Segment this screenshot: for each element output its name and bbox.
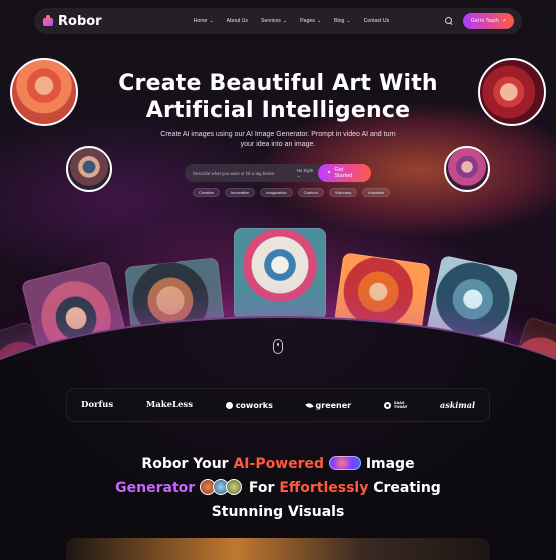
leaf-icon: [304, 401, 314, 409]
brand-dorfus: Dorfus: [81, 400, 114, 410]
tag-inventive[interactable]: Inventive: [362, 188, 391, 197]
nav-actions: Get in Touch ↗: [444, 13, 514, 29]
chevron-down-icon: ⌄: [346, 18, 351, 24]
chevron-down-icon: ⌄: [282, 18, 288, 24]
preview-image-strip: [66, 538, 490, 560]
tag-creative[interactable]: Creative: [193, 188, 220, 197]
inline-image-pill: [328, 456, 361, 470]
chevron-down-icon: ⌄: [296, 172, 301, 178]
chevron-down-icon: ⌄: [316, 18, 322, 24]
brand-saas-today: SAAS TODAY: [383, 401, 407, 409]
get-in-touch-button[interactable]: Get in Touch ↗: [462, 13, 514, 29]
robot-logo-icon: [42, 15, 54, 27]
sparkle-icon: ✦: [326, 170, 332, 176]
menu-item-services[interactable]: Services ⌄: [261, 18, 287, 24]
scroll-mouse-icon[interactable]: [273, 339, 283, 354]
tag-imaginative[interactable]: Imaginative: [260, 188, 293, 197]
hero-title: Create Beautiful Art With Artificial Int…: [118, 71, 438, 123]
cloud-icon: [225, 401, 233, 409]
brand-askimal: askimal: [440, 400, 475, 410]
logo[interactable]: Robor: [42, 14, 102, 29]
avatar-image: [66, 146, 112, 192]
brand-name: Robor: [58, 13, 102, 29]
navbar: Robor Home ⌄ About Us Services ⌄ Pages ⌄ Bl…: [34, 8, 522, 34]
feature-heading: Robor Your AI-Powered Image Generator Fo…: [115, 456, 441, 520]
brand-greener: greener: [304, 401, 351, 410]
get-started-button[interactable]: ✦ Get Started: [317, 164, 371, 182]
tag-visionary[interactable]: Visionary: [328, 188, 358, 197]
menu-item-blog[interactable]: Blog ⌄: [334, 18, 351, 24]
main-menu: Home ⌄ About Us Services ⌄ Pages ⌄ Blog ⌄ Co…: [194, 18, 390, 24]
tag-cartoon[interactable]: Cartoon: [297, 188, 324, 197]
brand-makeless: MakeLess: [145, 400, 193, 410]
hero-subtitle: Create AI images using our AI Image Gene…: [160, 131, 396, 148]
menu-item-contact[interactable]: Contact Us: [364, 18, 390, 24]
tag-innovative[interactable]: Innovative: [224, 188, 256, 197]
brand-logos: Dorfus MakeLess coworks greener SAAS TODA…: [66, 388, 490, 422]
brand-coworks: coworks: [225, 401, 273, 410]
tag-list: Creative Innovative Imaginative Cartoon …: [193, 188, 391, 197]
ring-icon: [383, 401, 391, 409]
avatar-image: [444, 146, 490, 192]
gallery-card: [234, 228, 326, 320]
inline-avatar-group: [200, 479, 244, 495]
menu-item-about[interactable]: About Us: [227, 18, 248, 24]
page: Robor Home ⌄ About Us Services ⌄ Pages ⌄ Bl…: [0, 0, 556, 560]
search-icon[interactable]: [444, 17, 453, 25]
menu-item-home[interactable]: Home ⌄: [194, 18, 214, 24]
menu-item-pages[interactable]: Pages ⌄: [300, 18, 321, 24]
chevron-down-icon: ⌄: [209, 18, 214, 24]
style-select[interactable]: No Style ⌄: [297, 168, 318, 179]
prompt-bar: No Style ⌄ ✦ Get Started: [185, 164, 371, 182]
prompt-input[interactable]: [193, 170, 292, 176]
arrow-up-right-icon: ↗: [501, 18, 506, 24]
